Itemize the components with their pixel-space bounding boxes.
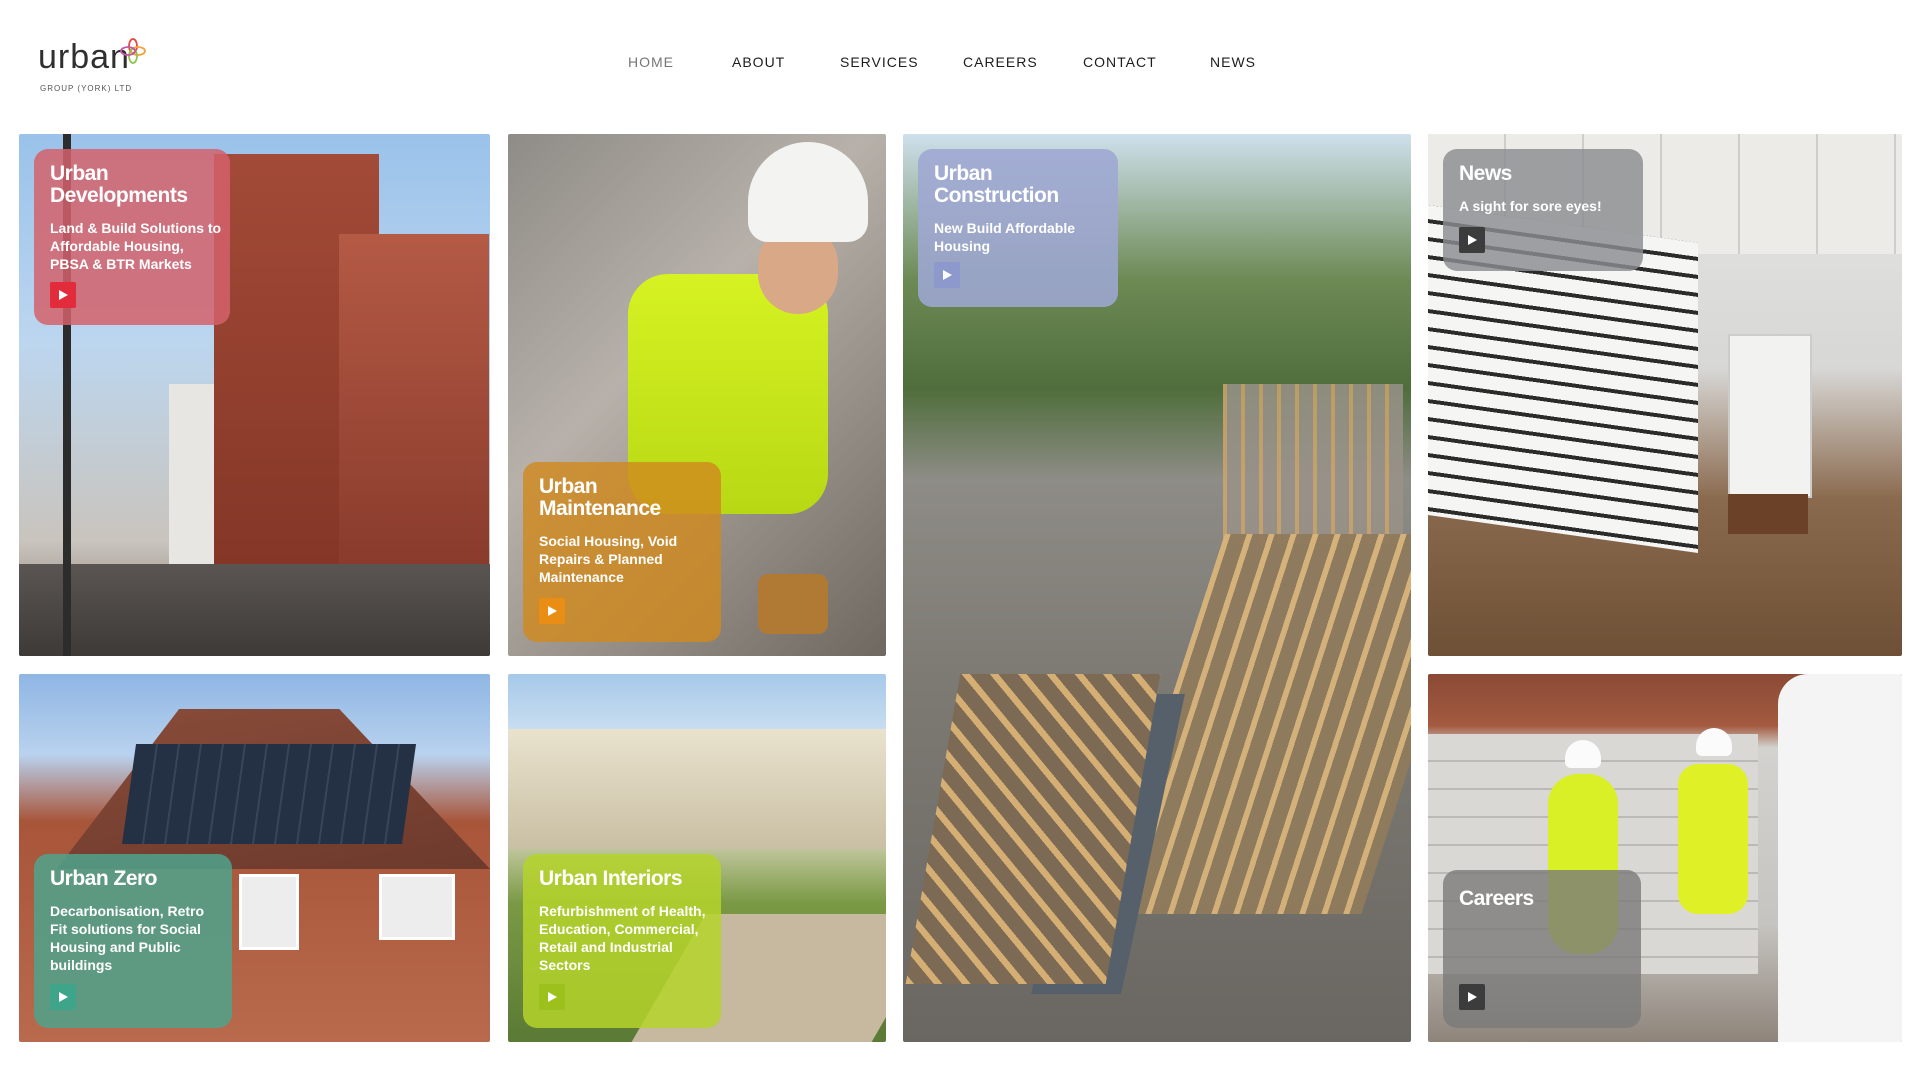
nav-services[interactable]: SERVICES <box>840 54 919 70</box>
tile-news[interactable]: News A sight for sore eyes! <box>1428 134 1902 656</box>
card-title: News <box>1459 162 1512 185</box>
card-title: Urban Construction <box>934 162 1059 207</box>
nav-about[interactable]: ABOUT <box>732 54 785 70</box>
card-subtitle: A sight for sore eyes! <box>1459 198 1602 214</box>
tile-urban-developments[interactable]: Urban Developments Land & Build Solution… <box>19 134 490 656</box>
play-button[interactable] <box>934 262 960 288</box>
card-subtitle: Land & Build Solutions to Affordable Hou… <box>50 220 222 272</box>
nav-contact[interactable]: CONTACT <box>1083 54 1157 70</box>
play-button[interactable] <box>539 984 565 1010</box>
card-title: Urban Maintenance <box>539 475 661 520</box>
play-button[interactable] <box>1459 984 1485 1010</box>
card-title: Urban Interiors <box>539 867 683 890</box>
play-icon <box>59 290 68 300</box>
play-icon <box>943 270 952 280</box>
card-interiors: Urban Interiors Refurbishment of Health,… <box>523 854 721 1028</box>
play-button[interactable] <box>50 282 76 308</box>
card-title: Urban Zero <box>50 867 158 890</box>
play-button[interactable] <box>1459 227 1485 253</box>
card-zero: Urban Zero Decarbonisation, Retro Fit so… <box>34 854 232 1028</box>
play-icon <box>548 992 557 1002</box>
tile-careers[interactable]: Careers <box>1428 674 1902 1042</box>
nav-home[interactable]: HOME <box>628 54 674 70</box>
card-title: Careers <box>1459 887 1534 910</box>
nav-careers[interactable]: CAREERS <box>963 54 1038 70</box>
nav-news[interactable]: NEWS <box>1210 54 1256 70</box>
play-icon <box>1468 992 1477 1002</box>
play-button[interactable] <box>50 984 76 1010</box>
card-developments: Urban Developments Land & Build Solution… <box>34 149 230 325</box>
card-subtitle: New Build Affordable Housing <box>934 220 1076 254</box>
main-nav: HOME ABOUT SERVICES CAREERS CONTACT NEWS <box>0 54 1920 78</box>
play-icon <box>59 992 68 1002</box>
play-button[interactable] <box>539 598 565 624</box>
play-icon <box>548 606 557 616</box>
brand-tagline: GROUP (YORK) LTD <box>40 84 133 93</box>
card-news: News A sight for sore eyes! <box>1443 149 1643 271</box>
card-construction: Urban Construction New Build Affordable … <box>918 149 1118 307</box>
card-subtitle: Refurbishment of Health, Education, Comm… <box>539 903 706 973</box>
card-subtitle: Decarbonisation, Retro Fit solutions for… <box>50 903 205 973</box>
card-title: Urban Developments <box>50 162 188 207</box>
tile-urban-construction[interactable]: Urban Construction New Build Affordable … <box>903 134 1411 1042</box>
play-icon <box>1468 235 1477 245</box>
tile-urban-interiors[interactable]: Urban Interiors Refurbishment of Health,… <box>508 674 886 1042</box>
tile-urban-maintenance[interactable]: Urban Maintenance Social Housing, Void R… <box>508 134 886 656</box>
card-careers: Careers <box>1443 870 1641 1028</box>
tile-urban-zero[interactable]: Urban Zero Decarbonisation, Retro Fit so… <box>19 674 490 1042</box>
card-subtitle: Social Housing, Void Repairs & Planned M… <box>539 533 678 585</box>
card-maintenance: Urban Maintenance Social Housing, Void R… <box>523 462 721 642</box>
